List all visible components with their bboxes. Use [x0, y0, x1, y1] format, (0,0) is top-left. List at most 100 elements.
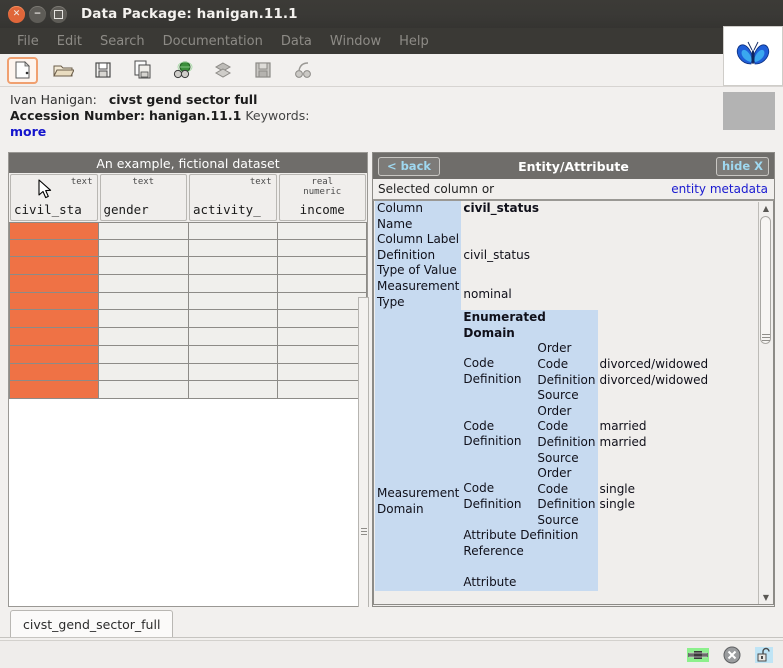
grid-cell[interactable]: [99, 222, 189, 240]
table-row[interactable]: Column Name civil_status: [375, 201, 749, 233]
menu-data[interactable]: Data: [272, 33, 321, 50]
menu-file[interactable]: File: [8, 33, 48, 50]
grid-cell[interactable]: [188, 292, 278, 311]
grid-cell[interactable]: [188, 328, 278, 346]
grid-cell[interactable]: [9, 381, 100, 399]
grid-cell[interactable]: [9, 363, 100, 382]
grid-cell[interactable]: [99, 328, 189, 346]
grid-cell[interactable]: [277, 275, 367, 293]
column-header-income[interactable]: real numeric income: [278, 174, 366, 221]
grid-cell[interactable]: [188, 381, 278, 399]
metadata-vertical-scrollbar[interactable]: ▲ ▼: [758, 202, 772, 604]
grid-cell[interactable]: [99, 275, 189, 293]
copy-package-button[interactable]: [127, 57, 158, 84]
table-row[interactable]: Column Label: [375, 232, 749, 248]
grid-cell[interactable]: [9, 275, 100, 293]
grid-cell[interactable]: [277, 381, 367, 399]
grid-cell[interactable]: [9, 257, 100, 276]
grid-cell[interactable]: [188, 345, 278, 364]
table-row[interactable]: [9, 275, 367, 293]
grid-cell[interactable]: [99, 363, 189, 382]
network-status-button[interactable]: [687, 647, 709, 663]
grid-cell[interactable]: [188, 363, 278, 382]
entity-metadata-link[interactable]: entity metadata: [671, 182, 768, 196]
grid-cell[interactable]: [277, 257, 367, 276]
unlink-button: [287, 57, 318, 84]
table-row[interactable]: [9, 328, 367, 346]
grid-cell[interactable]: [188, 257, 278, 276]
enumerated-domain-label: Enumerated Domain: [461, 310, 598, 342]
field-label: Column Label: [375, 232, 462, 248]
tab-civst-gend-sector-full[interactable]: civst_gend_sector_full: [10, 610, 174, 637]
save-button[interactable]: [87, 57, 118, 84]
table-row[interactable]: [9, 222, 367, 240]
lock-status-button[interactable]: [755, 646, 773, 664]
grid-cell[interactable]: [9, 292, 100, 311]
table-row[interactable]: [9, 363, 367, 382]
grid-cell[interactable]: [188, 310, 278, 329]
header-placeholder-box: [723, 92, 775, 130]
close-window-button[interactable]: ✕: [8, 5, 25, 23]
more-link[interactable]: more: [10, 124, 46, 139]
column-header-civil-status[interactable]: text civil_sta: [10, 174, 98, 221]
grid-cell[interactable]: [9, 310, 100, 329]
grid-cell[interactable]: [277, 345, 367, 364]
scrollbar-thumb[interactable]: [760, 216, 771, 344]
table-row[interactable]: [9, 381, 367, 399]
empty-cell: [597, 310, 749, 342]
back-button[interactable]: < back: [378, 156, 440, 176]
hide-panel-button[interactable]: hide X: [716, 156, 769, 176]
definition-label: Definition: [535, 434, 598, 451]
grid-cell[interactable]: [99, 345, 189, 364]
grid-cell[interactable]: [188, 275, 278, 293]
table-row[interactable]: Definition civil_status: [375, 247, 749, 264]
grid-cell[interactable]: [277, 239, 367, 258]
scroll-up-arrow-icon[interactable]: ▲: [759, 202, 773, 215]
grid-cell[interactable]: [9, 345, 100, 364]
code-value: married: [597, 419, 749, 435]
table-row[interactable]: [9, 257, 367, 276]
data-grid[interactable]: [9, 222, 367, 399]
definition-label: Definition: [535, 497, 598, 513]
table-row[interactable]: [9, 292, 367, 311]
menu-help[interactable]: Help: [390, 33, 438, 50]
table-row[interactable]: [9, 239, 367, 258]
menu-search[interactable]: Search: [91, 33, 154, 50]
search-network-button[interactable]: [167, 57, 198, 84]
table-row[interactable]: [9, 345, 367, 364]
grid-cell[interactable]: [188, 239, 278, 258]
new-package-button[interactable]: [7, 56, 38, 84]
grid-cell[interactable]: [277, 328, 367, 346]
code-value: divorced/widowed: [597, 356, 749, 373]
column-header-activity[interactable]: text activity_: [189, 174, 277, 221]
grid-cell[interactable]: [188, 222, 278, 240]
cancel-status-button[interactable]: [723, 646, 741, 664]
code-definition-text: Code Definition: [463, 356, 522, 386]
grid-cell[interactable]: [99, 239, 189, 258]
grid-cell[interactable]: [277, 310, 367, 329]
open-package-button[interactable]: [47, 57, 78, 84]
table-row[interactable]: Type of Value: [375, 263, 749, 279]
column-name-label: income: [299, 202, 345, 217]
grid-cell[interactable]: [9, 222, 100, 240]
menu-documentation[interactable]: Documentation: [154, 33, 272, 50]
grid-cell[interactable]: [99, 310, 189, 329]
grid-cell[interactable]: [99, 257, 189, 276]
scroll-down-arrow-icon[interactable]: ▼: [759, 591, 773, 604]
grid-cell[interactable]: [99, 292, 189, 311]
grid-cell[interactable]: [277, 363, 367, 382]
morpho-application-window: ✕ − Data Package: hanigan.11.1 File Edit…: [0, 0, 783, 668]
grid-cell[interactable]: [9, 328, 100, 346]
grid-cell[interactable]: [99, 381, 189, 399]
column-header-gender[interactable]: text gender: [99, 174, 187, 221]
maximize-window-button[interactable]: [50, 5, 67, 23]
grid-cell[interactable]: [277, 222, 367, 240]
code-definition-label: Code Definition: [461, 403, 536, 467]
enumerated-domain-header-row: Measurement Domain Enumerated Domain: [375, 310, 749, 591]
minimize-window-button[interactable]: −: [29, 5, 46, 23]
menu-edit[interactable]: Edit: [48, 33, 91, 50]
grid-cell[interactable]: [277, 292, 367, 311]
menu-window[interactable]: Window: [321, 33, 390, 50]
grid-cell[interactable]: [9, 239, 100, 258]
table-row[interactable]: [9, 310, 367, 329]
